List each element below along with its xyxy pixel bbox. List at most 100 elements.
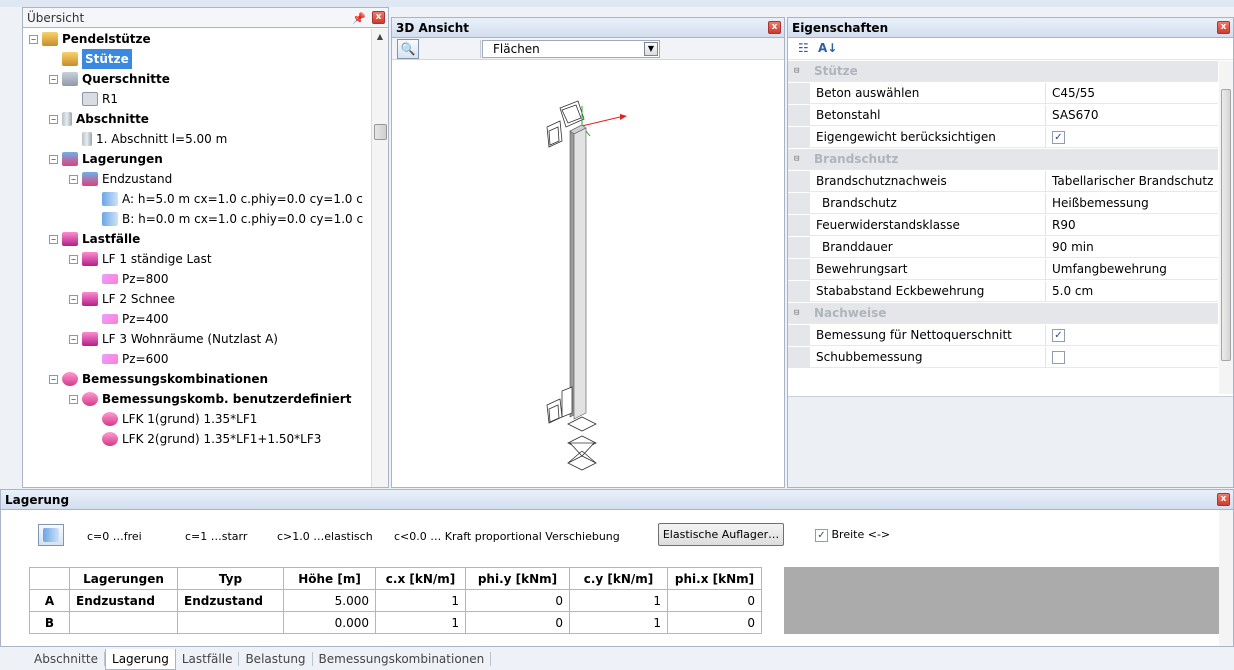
- column-header[interactable]: Höhe [m]: [283, 567, 376, 590]
- property-row[interactable]: Beton auswählen C45/55: [788, 83, 1218, 104]
- property-category[interactable]: ⊟ Nachweise: [788, 303, 1218, 324]
- row-header[interactable]: A: [29, 589, 70, 612]
- tree-node[interactable]: − Bemessungskombinationen: [49, 369, 268, 389]
- checkbox-icon[interactable]: ✓: [1052, 131, 1065, 144]
- tree-node[interactable]: − LF 1 ständige Last: [69, 249, 212, 269]
- property-value[interactable]: C45/55: [1052, 83, 1095, 104]
- property-row[interactable]: Bemessung für Nettoquerschnitt ✓: [788, 325, 1218, 346]
- tab-lagerung[interactable]: Lagerung: [105, 648, 176, 670]
- scroll-thumb[interactable]: [374, 124, 387, 140]
- row-header[interactable]: B: [29, 611, 70, 634]
- property-row[interactable]: Betonstahl SAS670: [788, 105, 1218, 126]
- tree-node[interactable]: LFK 1(grund) 1.35*LF1: [89, 409, 257, 429]
- table-cell[interactable]: 0: [667, 589, 762, 612]
- tree-node[interactable]: Stütze: [49, 49, 132, 69]
- elastic-supports-button[interactable]: Elastische Auflager…: [658, 523, 784, 546]
- collapse-icon[interactable]: −: [69, 334, 78, 344]
- column-header[interactable]: Lagerungen: [69, 567, 178, 590]
- property-row[interactable]: Branddauer 90 min: [788, 237, 1218, 258]
- table-cell[interactable]: 1: [569, 589, 668, 612]
- property-value[interactable]: 90 min: [1052, 237, 1094, 258]
- property-row[interactable]: Eigengewicht berücksichtigen ✓: [788, 127, 1218, 148]
- zoom-icon[interactable]: 🔍: [397, 39, 419, 59]
- property-category[interactable]: ⊟ Brandschutz: [788, 149, 1218, 170]
- tree-node[interactable]: − Pendelstütze: [29, 29, 151, 49]
- property-value[interactable]: R90: [1052, 215, 1076, 236]
- pin-icon[interactable]: 📌: [352, 9, 366, 29]
- tree-node[interactable]: A: h=5.0 m cx=1.0 c.phiy=0.0 cy=1.0 c: [89, 189, 363, 209]
- overview-scrollbar[interactable]: ▲: [371, 29, 388, 487]
- column-header[interactable]: phi.x [kNm]: [667, 567, 762, 590]
- table-cell[interactable]: 5.000: [283, 589, 376, 612]
- property-value[interactable]: Heißbemessung: [1052, 193, 1149, 214]
- property-checkbox[interactable]: [1052, 347, 1065, 368]
- tab-abschnitte[interactable]: Abschnitte: [28, 652, 106, 666]
- tree-node[interactable]: 1. Abschnitt l=5.00 m: [69, 129, 227, 149]
- table-cell[interactable]: [69, 611, 178, 634]
- table-cell[interactable]: 1: [375, 611, 466, 634]
- close-icon[interactable]: x: [1217, 21, 1230, 34]
- column-header[interactable]: c.x [kN/m]: [375, 567, 466, 590]
- collapse-icon[interactable]: −: [29, 34, 38, 44]
- table-cell[interactable]: 0: [667, 611, 762, 634]
- property-row[interactable]: Bewehrungsart Umfangbewehrung: [788, 259, 1218, 280]
- table-cell[interactable]: 0.000: [283, 611, 376, 634]
- properties-scrollbar[interactable]: [1219, 61, 1233, 394]
- property-row[interactable]: Feuerwiderstandsklasse R90: [788, 215, 1218, 236]
- close-icon[interactable]: x: [372, 11, 385, 24]
- add-support-button[interactable]: [38, 524, 64, 546]
- tree-node[interactable]: − LF 3 Wohnräume (Nutzlast A): [69, 329, 278, 349]
- column-3d-model[interactable]: [392, 61, 784, 486]
- table-cell[interactable]: 1: [569, 611, 668, 634]
- column-header[interactable]: c.y [kN/m]: [569, 567, 668, 590]
- table-cell[interactable]: [177, 611, 284, 634]
- property-row[interactable]: Schubbemessung: [788, 347, 1218, 368]
- scroll-thumb[interactable]: [1221, 89, 1231, 361]
- table-row[interactable]: A Endzustand Endzustand 5.000 1 0 1 0: [29, 589, 762, 612]
- tree-node[interactable]: Pz=600: [89, 349, 169, 369]
- collapse-icon[interactable]: −: [69, 394, 78, 404]
- categorized-icon[interactable]: ☷: [798, 41, 809, 55]
- property-value[interactable]: SAS670: [1052, 105, 1099, 126]
- tree-node[interactable]: Pz=800: [89, 269, 169, 289]
- tree-node[interactable]: LFK 2(grund) 1.35*LF1+1.50*LF3: [89, 429, 321, 449]
- collapse-icon[interactable]: −: [69, 294, 78, 304]
- tree-node[interactable]: − Lastfälle: [49, 229, 140, 249]
- tree-node[interactable]: − Bemessungskomb. benutzerdefiniert: [69, 389, 351, 409]
- collapse-icon[interactable]: −: [49, 154, 58, 164]
- collapse-icon[interactable]: ⊟: [794, 155, 803, 164]
- table-cell[interactable]: 0: [465, 589, 570, 612]
- property-category[interactable]: ⊟ Stütze: [788, 61, 1218, 82]
- collapse-icon[interactable]: −: [69, 174, 78, 184]
- lagerung-scrollbar[interactable]: [1219, 510, 1233, 646]
- collapse-icon[interactable]: ⊟: [794, 67, 803, 76]
- breite-checkbox[interactable]: ✓ Breite <->: [815, 528, 890, 542]
- tree-node[interactable]: − LF 2 Schnee: [69, 289, 175, 309]
- property-checkbox[interactable]: ✓: [1052, 127, 1065, 148]
- close-icon[interactable]: x: [1217, 493, 1230, 506]
- table-cell[interactable]: Endzustand: [69, 589, 178, 612]
- tab-lastfälle[interactable]: Lastfälle: [176, 652, 240, 666]
- display-mode-select[interactable]: Flächen ▼: [482, 40, 660, 58]
- property-value[interactable]: Umfangbewehrung: [1052, 259, 1167, 280]
- checkbox-icon[interactable]: ✓: [1052, 329, 1065, 342]
- tree-node[interactable]: − Abschnitte: [49, 109, 149, 129]
- column-header[interactable]: Typ: [177, 567, 284, 590]
- table-cell[interactable]: Endzustand: [177, 589, 284, 612]
- column-header[interactable]: phi.y [kNm]: [465, 567, 570, 590]
- chevron-down-icon[interactable]: ▼: [644, 42, 658, 56]
- property-checkbox[interactable]: ✓: [1052, 325, 1065, 346]
- checkbox-icon[interactable]: [1052, 351, 1065, 364]
- tree-node[interactable]: − Querschnitte: [49, 69, 170, 89]
- tab-belastung[interactable]: Belastung: [239, 652, 313, 666]
- property-row[interactable]: Brandschutznachweis Tabellarischer Brands…: [788, 171, 1218, 192]
- collapse-icon[interactable]: −: [69, 254, 78, 264]
- tree-node[interactable]: Pz=400: [89, 309, 169, 329]
- table-cell[interactable]: 1: [375, 589, 466, 612]
- collapse-icon[interactable]: −: [49, 114, 58, 124]
- property-value[interactable]: Tabellarischer Brandschutz: [1052, 171, 1213, 192]
- tree-node[interactable]: − Lagerungen: [49, 149, 163, 169]
- scroll-up-icon[interactable]: ▲: [372, 29, 388, 45]
- tree-node[interactable]: − Endzustand: [69, 169, 172, 189]
- collapse-icon[interactable]: ⊟: [794, 309, 803, 318]
